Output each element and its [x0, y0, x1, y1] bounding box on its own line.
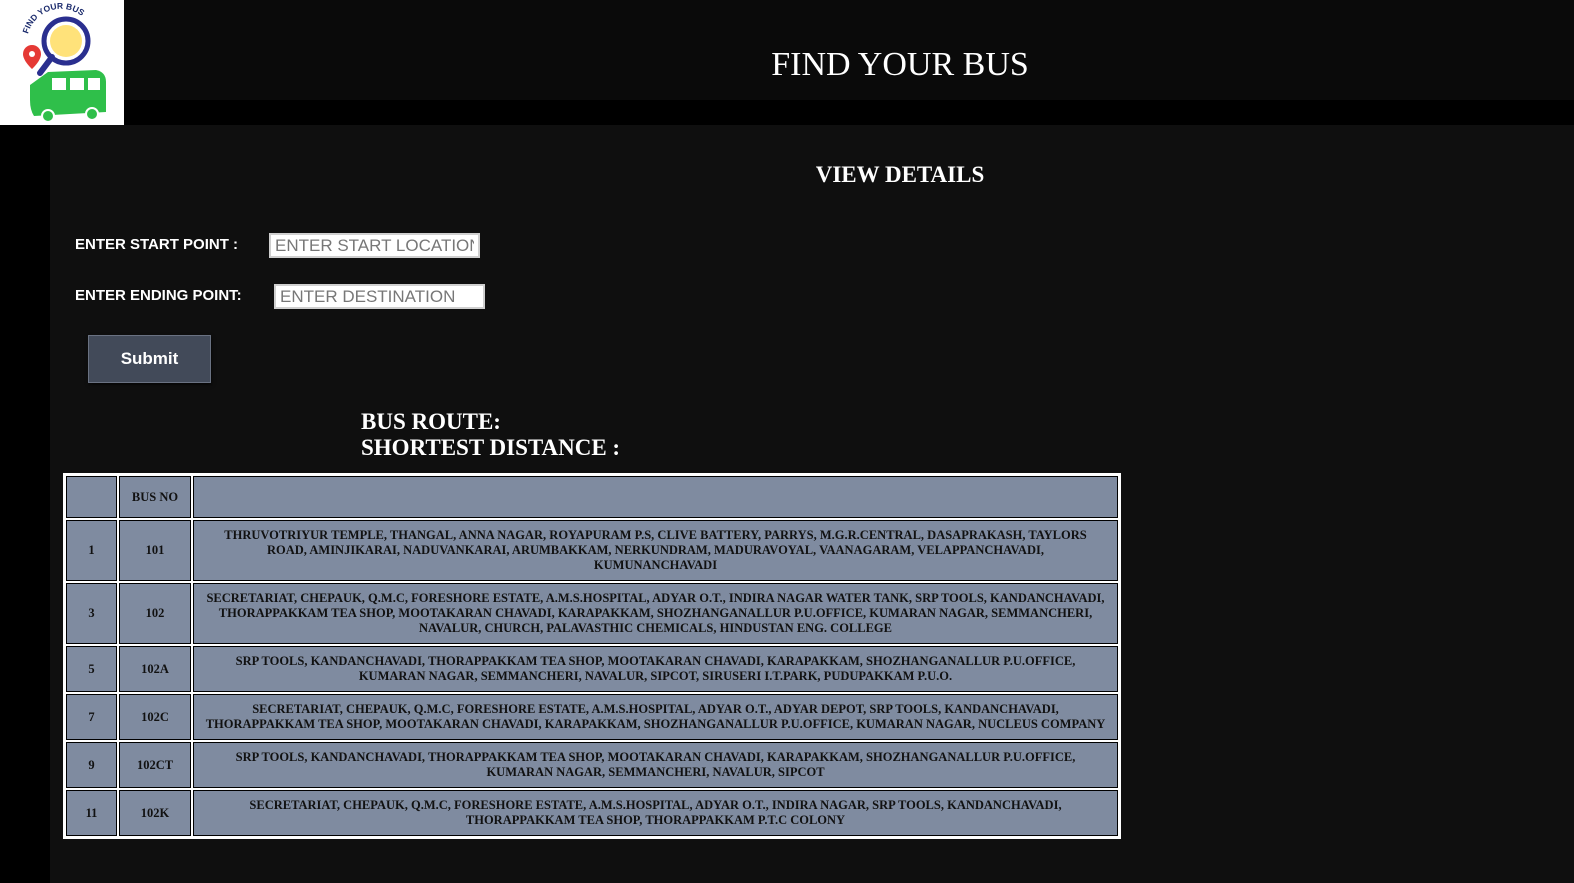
table-row: 1 101 THRUVOTRIYUR TEMPLE, THANGAL, ANNA… [66, 520, 1118, 581]
row-bus-no: 101 [119, 520, 191, 581]
row-route: SECRETARIAT, CHEPAUK, Q.M.C, FORESHORE E… [193, 790, 1118, 836]
find-your-bus-logo[interactable]: FIND YOUR BUS [0, 0, 124, 125]
header-bus-no: BUS NO [119, 476, 191, 518]
row-route: SECRETARIAT, CHEPAUK, Q.M.C, FORESHORE E… [193, 583, 1118, 644]
row-route: THRUVOTRIYUR TEMPLE, THANGAL, ANNA NAGAR… [193, 520, 1118, 581]
shortest-distance-label: SHORTEST DISTANCE : [361, 435, 621, 460]
row-index: 11 [66, 790, 117, 836]
row-bus-no: 102 [119, 583, 191, 644]
row-bus-no: 102C [119, 694, 191, 740]
destination-input[interactable] [274, 284, 485, 309]
row-route: SRP TOOLS, KANDANCHAVADI, THORAPPAKKAM T… [193, 646, 1118, 692]
row-index: 3 [66, 583, 117, 644]
table-row: 7 102C SECRETARIAT, CHEPAUK, Q.M.C, FORE… [66, 694, 1118, 740]
routes-table-container: BUS NO 1 101 THRUVOTRIYUR TEMPLE, THANGA… [63, 473, 1121, 839]
header-index [66, 476, 117, 518]
site-title: FIND YOUR BUS [771, 46, 1029, 83]
routes-table: BUS NO 1 101 THRUVOTRIYUR TEMPLE, THANGA… [64, 474, 1120, 838]
row-index: 9 [66, 742, 117, 788]
table-header-row: BUS NO [66, 476, 1118, 518]
ending-point-label: ENTER ENDING POINT: [75, 287, 242, 304]
left-strip [0, 125, 50, 883]
row-route: SECRETARIAT, CHEPAUK, Q.M.C, FORESHORE E… [193, 694, 1118, 740]
logo-graphic: FIND YOUR BUS [20, 1, 106, 123]
bus-route-label: BUS ROUTE: [361, 409, 501, 434]
row-bus-no: 102A [119, 646, 191, 692]
row-bus-no: 102CT [119, 742, 191, 788]
table-row: 5 102A SRP TOOLS, KANDANCHAVADI, THORAPP… [66, 646, 1118, 692]
start-location-input[interactable] [269, 233, 480, 258]
submit-button[interactable]: Submit [88, 335, 211, 383]
view-details-heading: VIEW DETAILS [815, 162, 985, 187]
row-bus-no: 102K [119, 790, 191, 836]
row-route: SRP TOOLS, KANDANCHAVADI, THORAPPAKKAM T… [193, 742, 1118, 788]
top-bar-shadow [0, 100, 1574, 125]
row-index: 7 [66, 694, 117, 740]
table-row: 3 102 SECRETARIAT, CHEPAUK, Q.M.C, FORES… [66, 583, 1118, 644]
table-row: 11 102K SECRETARIAT, CHEPAUK, Q.M.C, FOR… [66, 790, 1118, 836]
header-route [193, 476, 1118, 518]
start-point-label: ENTER START POINT : [75, 236, 239, 253]
table-row: 9 102CT SRP TOOLS, KANDANCHAVADI, THORAP… [66, 742, 1118, 788]
row-index: 1 [66, 520, 117, 581]
row-index: 5 [66, 646, 117, 692]
